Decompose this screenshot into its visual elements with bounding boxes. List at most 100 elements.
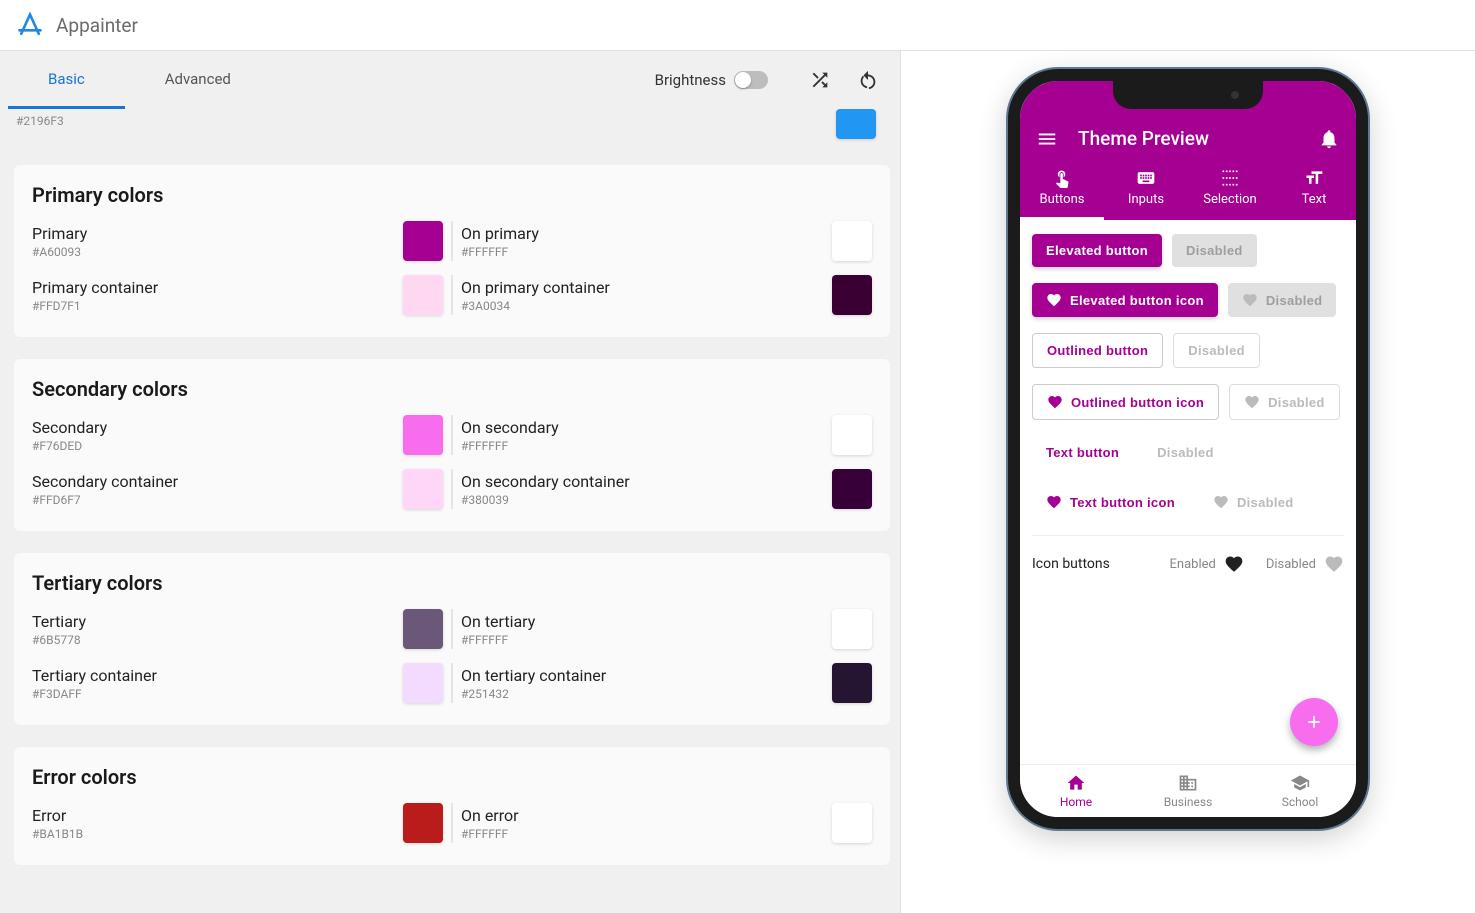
text-button[interactable]: Text button: [1032, 436, 1133, 469]
color-name: On secondary: [461, 418, 824, 437]
fab-button[interactable]: [1290, 698, 1338, 746]
text-button-icon[interactable]: Text button icon: [1032, 485, 1189, 519]
color-hex: #FFFFFF: [461, 827, 824, 841]
color-name: On tertiary container: [461, 666, 824, 685]
color-swatch[interactable]: [403, 469, 443, 509]
preview-tab-selection[interactable]: Selection: [1188, 160, 1272, 220]
seed-swatch[interactable]: [836, 109, 876, 139]
phone-notch: [1113, 81, 1263, 109]
heart-icon: [1213, 494, 1229, 510]
preview-tab-inputs[interactable]: Inputs: [1104, 160, 1188, 220]
icon-button-enabled[interactable]: [1224, 554, 1244, 574]
business-icon: [1178, 773, 1198, 793]
color-cell: On primary #FFFFFF: [461, 221, 872, 261]
seed-color-row: #2196F3: [14, 109, 894, 155]
color-name: Error: [32, 806, 395, 825]
outlined-button-icon-disabled: Disabled: [1229, 384, 1340, 420]
color-swatch[interactable]: [403, 221, 443, 261]
color-cell: On primary container #3A0034: [461, 275, 872, 315]
color-swatch[interactable]: [832, 415, 872, 455]
color-group-card: Error colorsError#BA1B1BOn error#FFFFFF: [14, 747, 890, 865]
elevated-button[interactable]: Elevated button: [1032, 234, 1162, 267]
color-cell: On tertiary container #251432: [461, 663, 872, 703]
heart-icon: [1244, 394, 1260, 410]
preview-tabs: Buttons Inputs Selection Text: [1020, 160, 1356, 220]
content-scroll[interactable]: #2196F3 Primary colorsPrimary#A60093On p…: [0, 109, 898, 913]
color-hex: #F76DED: [32, 439, 395, 453]
color-group-title: Tertiary colors: [32, 571, 872, 595]
color-swatch[interactable]: [832, 609, 872, 649]
heart-icon: [1046, 292, 1062, 308]
color-hex: #FFFFFF: [461, 439, 824, 453]
elevated-button-icon[interactable]: Elevated button icon: [1032, 283, 1218, 317]
color-swatch[interactable]: [832, 275, 872, 315]
preview-title: Theme Preview: [1078, 127, 1318, 150]
outlined-button-icon[interactable]: Outlined button icon: [1032, 384, 1219, 420]
color-name: Tertiary: [32, 612, 395, 631]
color-group-title: Secondary colors: [32, 377, 872, 401]
text-button-icon-disabled: Disabled: [1199, 485, 1308, 519]
color-group-card: Primary colorsPrimary#A60093On primary#F…: [14, 165, 890, 337]
color-hex: #FFFFFF: [461, 633, 824, 647]
color-swatch[interactable]: [832, 469, 872, 509]
color-hex: #A60093: [32, 245, 395, 259]
app-logo: [16, 11, 44, 39]
menu-icon[interactable]: [1036, 128, 1058, 150]
color-name: On error: [461, 806, 824, 825]
brightness-toggle[interactable]: [734, 71, 768, 89]
color-hex: #380039: [461, 493, 824, 507]
icon-button-disabled: [1324, 554, 1344, 574]
color-name: On primary container: [461, 278, 824, 297]
color-cell: Secondary#F76DED: [32, 415, 443, 455]
color-name: On secondary container: [461, 472, 824, 491]
color-group-title: Error colors: [32, 765, 872, 789]
heart-icon: [1047, 394, 1063, 410]
preview-tab-text[interactable]: Text: [1272, 160, 1356, 220]
bottom-nav-business[interactable]: Business: [1132, 765, 1244, 817]
color-name: Primary: [32, 224, 395, 243]
color-hex: #251432: [461, 687, 824, 701]
color-cell: On tertiary #FFFFFF: [461, 609, 872, 649]
reset-icon[interactable]: [850, 62, 886, 98]
color-name: Primary container: [32, 278, 395, 297]
tab-bar: Basic Advanced Brightness: [0, 51, 900, 109]
color-name: Secondary container: [32, 472, 395, 491]
tab-basic[interactable]: Basic: [8, 52, 125, 109]
color-swatch[interactable]: [403, 275, 443, 315]
color-swatch[interactable]: [403, 803, 443, 843]
color-hex: #3A0034: [461, 299, 824, 313]
color-cell: Tertiary#6B5778: [32, 609, 443, 649]
bottom-nav: Home Business School: [1020, 764, 1356, 817]
shuffle-icon[interactable]: [802, 62, 838, 98]
bottom-nav-school[interactable]: School: [1244, 765, 1356, 817]
bottom-nav-home[interactable]: Home: [1020, 765, 1132, 817]
color-cell: Tertiary container#F3DAFF: [32, 663, 443, 703]
color-cell: Secondary container#FFD6F7: [32, 469, 443, 509]
color-hex: #FFFFFF: [461, 245, 824, 259]
color-hex: #FFD7F1: [32, 299, 395, 313]
color-swatch[interactable]: [403, 663, 443, 703]
plus-icon: [1304, 712, 1324, 732]
tab-advanced[interactable]: Advanced: [125, 52, 271, 109]
color-cell: Primary container #FFD7F1: [32, 275, 443, 315]
home-icon: [1066, 773, 1086, 793]
color-swatch[interactable]: [832, 803, 872, 843]
color-group-card: Secondary colors Secondary#F76DED On secon…: [14, 359, 890, 531]
color-swatch[interactable]: [403, 609, 443, 649]
color-name: On primary: [461, 224, 824, 243]
color-swatch[interactable]: [832, 663, 872, 703]
heart-icon: [1242, 292, 1258, 308]
seed-hex: #2196F3: [16, 114, 64, 128]
color-name: On tertiary: [461, 612, 824, 631]
preview-tab-buttons[interactable]: Buttons: [1020, 160, 1104, 220]
elevated-button-disabled: Disabled: [1172, 234, 1257, 267]
color-swatch[interactable]: [832, 221, 872, 261]
color-swatch[interactable]: [403, 415, 443, 455]
phone-frame: Theme Preview Buttons Inputs: [1008, 69, 1368, 829]
bell-icon[interactable]: [1318, 128, 1340, 150]
config-panel: Basic Advanced Brightness #2196F3: [0, 51, 900, 913]
text-button-disabled: Disabled: [1143, 436, 1228, 469]
color-group-card: Tertiary colors Tertiary#6B5778 On tertiar…: [14, 553, 890, 725]
outlined-button[interactable]: Outlined button: [1032, 333, 1163, 368]
color-cell: Primary #A60093: [32, 221, 443, 261]
